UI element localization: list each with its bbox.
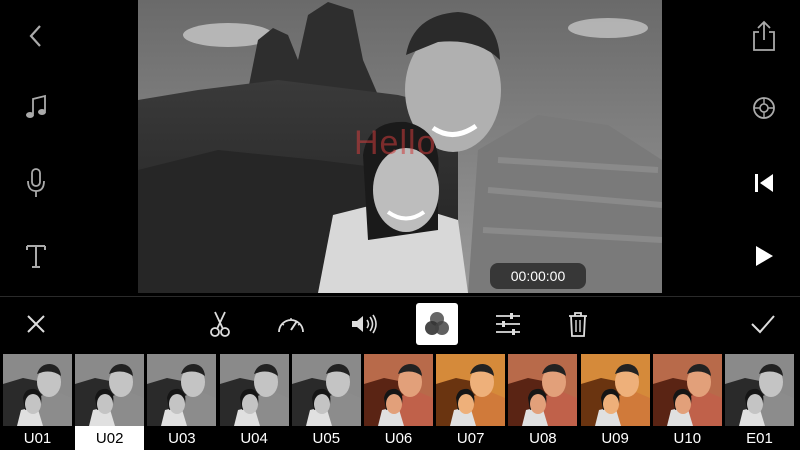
- filter-u07[interactable]: U07: [436, 354, 506, 450]
- filter-thumbnail: [75, 354, 145, 426]
- play-button[interactable]: [744, 236, 784, 276]
- back-icon: [29, 25, 41, 47]
- filter-label: U09: [580, 426, 650, 450]
- filter-label: U04: [219, 426, 289, 450]
- filter-strip: U01 U02 U03 U04 U05 U06 U07 U08 U09 U10 E01: [0, 352, 800, 450]
- checkmark-icon: [751, 315, 775, 334]
- overlay-text[interactable]: Hello: [354, 124, 436, 163]
- filter-thumbnail: [508, 354, 578, 426]
- volume-icon: [352, 314, 377, 334]
- skip-to-start-icon: [755, 174, 773, 192]
- settings-button[interactable]: [744, 88, 784, 128]
- settings-icon: [753, 97, 775, 119]
- filter-u10[interactable]: U10: [652, 354, 722, 450]
- speedometer-icon: [278, 318, 304, 333]
- color-filter-icon: [425, 312, 449, 335]
- right-toolbar: [728, 0, 800, 296]
- filter-label: E01: [725, 426, 794, 450]
- filter-label: U02: [75, 426, 145, 450]
- filter-u09[interactable]: U09: [580, 354, 650, 450]
- filter-label: U06: [364, 426, 433, 450]
- text-icon: [26, 245, 46, 268]
- share-icon: [753, 20, 775, 51]
- filter-thumbnail: [580, 354, 650, 426]
- timecode: 00:00:00: [490, 263, 586, 289]
- filter-u06[interactable]: U06: [364, 354, 433, 450]
- speed-button[interactable]: [270, 303, 312, 345]
- video-preview[interactable]: Hello 00:00:00: [138, 0, 662, 293]
- filter-thumbnail: [147, 354, 217, 426]
- music-button[interactable]: [16, 88, 56, 128]
- skip-to-start-button[interactable]: [744, 163, 784, 203]
- filter-label: U10: [652, 426, 722, 450]
- microphone-button[interactable]: [16, 163, 56, 203]
- color-filter-button[interactable]: [416, 303, 458, 345]
- filter-u01[interactable]: U01: [3, 354, 72, 450]
- music-icon: [26, 94, 46, 118]
- filter-label: U05: [291, 426, 361, 450]
- filter-thumbnail: [219, 354, 289, 426]
- filter-thumbnail: [725, 354, 794, 426]
- filter-u08[interactable]: U08: [508, 354, 578, 450]
- microphone-icon: [27, 168, 45, 197]
- filter-label: U07: [436, 426, 506, 450]
- filter-label: U08: [508, 426, 578, 450]
- volume-button[interactable]: [343, 303, 385, 345]
- filter-u04[interactable]: U04: [219, 354, 289, 450]
- filter-thumbnail: [364, 354, 433, 426]
- filter-thumbnail: [3, 354, 72, 426]
- filter-u05[interactable]: U05: [291, 354, 361, 450]
- left-toolbar: [0, 0, 72, 296]
- share-button[interactable]: [744, 16, 784, 56]
- filter-label: U03: [147, 426, 217, 450]
- confirm-button[interactable]: [742, 303, 784, 345]
- scissors-icon: [210, 311, 230, 337]
- adjust-button[interactable]: [487, 303, 529, 345]
- play-icon: [756, 246, 773, 266]
- filter-thumbnail: [652, 354, 722, 426]
- text-button[interactable]: [16, 236, 56, 276]
- adjust-sliders-icon: [496, 313, 520, 335]
- edit-toolbar: [0, 296, 800, 353]
- delete-button[interactable]: [557, 303, 599, 345]
- cut-button[interactable]: [199, 303, 241, 345]
- filter-thumbnail: [291, 354, 361, 426]
- filter-e01[interactable]: E01: [725, 354, 794, 450]
- filter-u02[interactable]: U02: [75, 354, 145, 450]
- filter-label: U01: [3, 426, 72, 450]
- back-button[interactable]: [16, 16, 56, 56]
- trash-icon: [569, 312, 587, 337]
- filter-u03[interactable]: U03: [147, 354, 217, 450]
- close-button[interactable]: [15, 303, 57, 345]
- filter-thumbnail: [436, 354, 506, 426]
- close-icon: [27, 315, 45, 333]
